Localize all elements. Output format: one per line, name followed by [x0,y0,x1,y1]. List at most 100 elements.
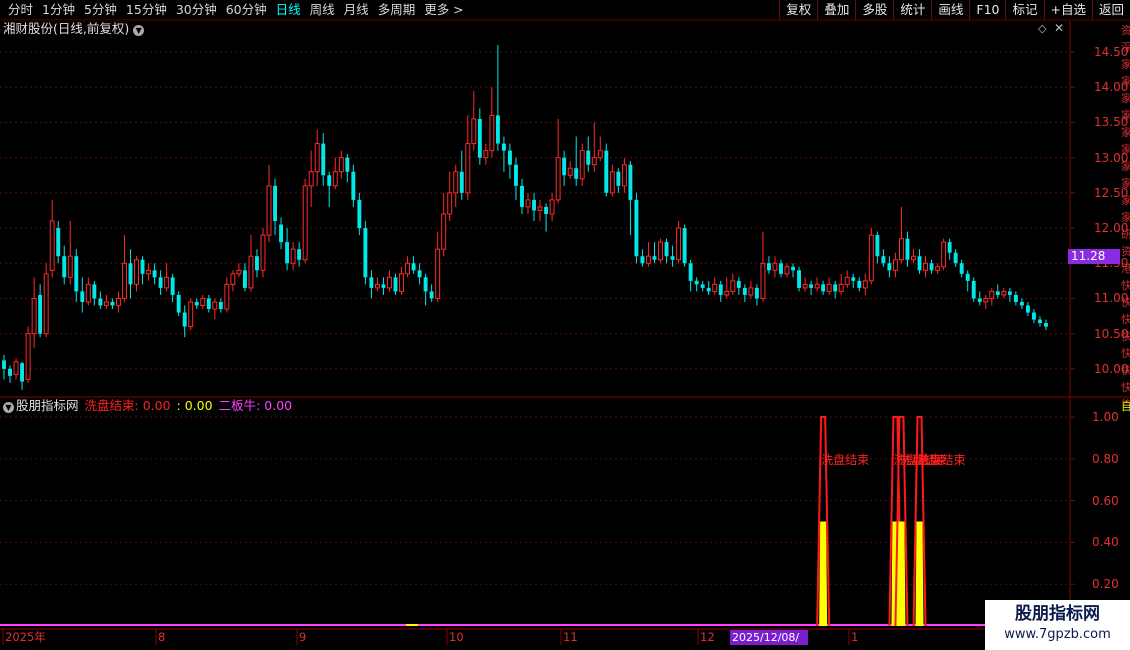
candle-body-down [532,199,536,211]
chevron-down-icon[interactable]: ▼ [3,402,14,413]
candle-body-up [814,283,820,289]
candle-body-down [297,249,302,260]
candle-body-down [857,280,862,288]
candle-body-down [754,287,759,299]
right-info-strip: 资深家家家家家家家家家家研资港快快快快快快快快 [1121,24,1130,402]
candle-body-up [748,287,754,296]
candle-body-down [616,171,621,186]
signal-bar [915,521,924,626]
toolbar-button[interactable]: F10 [969,0,1005,20]
toolbar-button[interactable]: 复权 [779,0,817,20]
candle-body-down [1007,291,1012,295]
candle-body-down [423,277,428,292]
indicator-value-2: : 0.00 [176,398,213,413]
candle-body-down [477,118,482,158]
candle-body-down [742,287,747,295]
period-tab[interactable]: 多周期 [374,2,421,18]
candle-body-up [621,164,627,187]
candle-body-down [562,157,567,176]
candle-body-up [453,171,459,194]
close-icon[interactable]: ✕ [1054,21,1064,35]
cursor-date-tag: 2025/12/08/— [730,630,808,650]
signal-tick-label: 0.60 [1092,493,1119,508]
candle-body-up [146,269,152,275]
candle-body-up [332,171,338,187]
candle-body-down [688,263,693,281]
candle-body-down [285,242,290,264]
candle-body-up [935,266,941,271]
candle-body-down [706,287,711,292]
main-chart-title[interactable]: 湘财股份(日线,前复权) ▼ [3,21,145,37]
candle-body-up [224,283,230,310]
toolbar-button[interactable]: +自选 [1043,0,1092,20]
period-tab[interactable]: 分时 [4,2,38,18]
candle-body-up [1001,290,1007,296]
candle-body-down [736,280,741,288]
candle-body-up [122,262,127,299]
candle-body-down [128,263,133,285]
chevron-down-icon[interactable]: ▼ [133,25,145,36]
period-tab[interactable]: 周线 [306,2,340,18]
watermark-title: 股朋指标网 [1015,604,1100,624]
candle-body-down [206,298,211,310]
candle-body-down [98,298,103,306]
date-tick-label: 1 [851,630,859,644]
last-price-tag: 11.28 [1068,249,1120,264]
candle-body-up [730,280,736,292]
candle-body-up [164,276,170,289]
chart-canvas[interactable] [0,0,1130,650]
candle-body-up [658,241,663,261]
toolbar-button[interactable]: 画线 [931,0,969,20]
period-tab[interactable]: 30分钟 [172,2,222,18]
candle-body-up [941,241,947,268]
candle-body-down [38,294,43,334]
toolbar-button[interactable]: 返回 [1091,0,1130,20]
candle-body-up [989,290,995,299]
candle-body-up [844,276,850,285]
candle-body-down [110,301,115,306]
period-tab[interactable]: 5分钟 [80,2,122,18]
toolbar-button[interactable]: 统计 [893,0,931,20]
candle-body-down [1019,301,1024,306]
indicator-name: 股朋指标网 [16,398,79,413]
candle-body-up [374,283,380,289]
candle-body-down [833,284,838,292]
candle-body-down [514,164,518,186]
candle-body-down [965,273,970,281]
candle-body-up [67,255,73,278]
toolbar: 分时 1分钟 5分钟 15分钟 30分钟 60分钟 日线 周线 月线 多周期 更多 > 复权 叠加 多股… [0,0,1130,20]
candle-body-down [821,284,826,292]
period-tab[interactable]: 1分钟 [38,2,80,18]
watermark-logo: 股朋指标网 www.7gpzb.com [985,600,1130,650]
signal-tick-label: 0.80 [1092,451,1119,466]
candle-body-up [338,157,344,173]
toolbar-button[interactable]: 标记 [1005,0,1043,20]
candle-body-down [140,259,145,274]
candle-body-down [959,263,964,274]
candle-body-down [887,263,892,271]
candle-body-down [152,270,157,278]
period-tab[interactable]: 日线 [272,2,306,18]
price-tick-label: 12.50 [1094,185,1129,200]
period-tab[interactable]: 15分钟 [122,2,172,18]
candle-body-up [784,266,790,275]
candle-body-up [447,192,453,215]
candle-body-down [1031,312,1036,320]
period-tab[interactable]: 60分钟 [222,2,272,18]
candle-body-up [212,301,218,310]
signal-tick-label: 0.20 [1092,577,1119,592]
candle-body-down [417,270,422,278]
sub-chart-title[interactable]: ▼ 股朋指标网 洗盘结束: 0.00: 0.00 二板牛: 0.00 [3,398,292,414]
diamond-icon[interactable]: ◇ [1038,22,1046,35]
period-tab[interactable]: 更多 > [420,2,468,18]
toolbar-button[interactable]: 叠加 [817,0,855,20]
price-tick-label: 13.00 [1094,150,1129,165]
candle-body-down [273,185,277,222]
candle-body-down [411,263,416,271]
period-tab[interactable]: 月线 [340,2,374,18]
candle-body-up [676,227,682,261]
toolbar-button[interactable]: 多股 [855,0,893,20]
candle-body-down [574,168,579,179]
candle-body-up [555,157,561,201]
indicator-value-washout: 洗盘结束: 0.00 [84,398,171,413]
